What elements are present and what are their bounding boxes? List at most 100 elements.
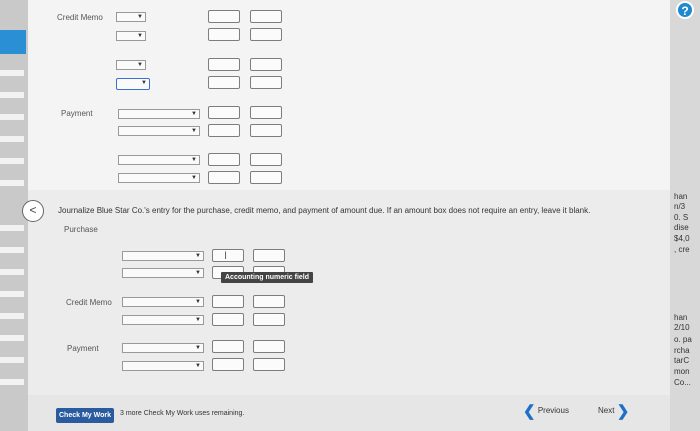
debit-input[interactable] [208,124,240,137]
account-select[interactable]: ▼ [118,155,200,165]
right-panel-line: o. pa [674,335,692,344]
remaining-uses-text: 3 more Check My Work uses remaining. [120,410,245,417]
account-select[interactable]: ▼ [122,251,204,261]
payment-label: Payment [67,344,99,353]
debit-input[interactable] [208,58,240,71]
check-my-work-button[interactable]: Check My Work [56,408,114,423]
account-select[interactable]: ▼ [116,60,146,70]
debit-input[interactable] [208,171,240,184]
chevron-down-icon: ▼ [195,317,201,323]
credit-input[interactable] [250,28,282,41]
credit-input[interactable] [253,340,285,353]
sidebar-tick [0,357,24,363]
debit-input[interactable] [212,358,244,371]
tooltip: Accounting numeric field [221,272,314,283]
sidebar-tick [0,313,24,319]
sidebar-tick [0,379,24,385]
sidebar-tick [0,136,24,142]
credit-input[interactable] [250,76,282,89]
credit-input[interactable] [250,124,282,137]
credit-input[interactable] [253,313,285,326]
chevron-down-icon: ▼ [195,345,201,351]
account-select[interactable]: ▼ [122,361,204,371]
chevron-down-icon: ▼ [137,14,143,20]
debit-input[interactable] [208,153,240,166]
right-panel-line: n/3 [674,202,686,211]
account-select-focused[interactable]: ▼ [116,78,150,90]
sidebar-tick [0,92,24,98]
chevron-down-icon: ▼ [195,270,201,276]
sidebar-tick [0,335,24,341]
chevron-left-icon: ❮ [523,403,536,420]
sidebar-tick [0,269,24,275]
debit-input[interactable] [208,10,240,23]
debit-input[interactable] [208,76,240,89]
sidebar-tick [0,180,24,186]
account-select[interactable]: ▼ [122,297,204,307]
sidebar-tick [0,225,24,231]
account-select[interactable]: ▼ [118,126,200,136]
help-icon[interactable]: ? [676,1,694,19]
right-panel-line: dise [674,223,689,232]
credit-input[interactable] [250,171,282,184]
right-panel-line: , cre [674,245,690,254]
right-panel-line: mon [674,367,690,376]
debit-input[interactable] [212,313,244,326]
credit-input[interactable] [253,249,285,262]
credit-memo-label: Credit Memo [66,298,112,307]
account-select[interactable]: ▼ [122,268,204,278]
previous-label: Previous [537,406,569,416]
credit-input[interactable] [250,10,282,23]
account-select[interactable]: ▼ [118,173,200,183]
account-select[interactable]: ▼ [118,109,200,119]
chevron-down-icon: ▼ [195,363,201,369]
debit-input[interactable] [212,295,244,308]
right-panel-line: Co... [674,378,691,387]
right-panel-line: $4,0 [674,234,690,243]
instructions-text: Journalize Blue Star Co.'s entry for the… [58,206,591,215]
right-panel-line: tarC [674,356,690,365]
previous-button[interactable]: ❮ Previous [523,402,569,420]
payment-label-top: Payment [61,109,93,118]
credit-input[interactable] [250,153,282,166]
back-arrow-icon[interactable]: < [22,200,44,222]
account-select[interactable]: ▼ [122,343,204,353]
sidebar-tick [0,291,24,297]
sidebar-tick [0,114,24,120]
credit-input[interactable] [253,295,285,308]
debit-input[interactable] [208,106,240,119]
chevron-down-icon: ▼ [191,175,197,181]
chevron-down-icon: ▼ [195,299,201,305]
debit-input[interactable] [208,28,240,41]
next-button[interactable]: Next ❯ [598,402,629,420]
right-panel-line: 2/10 [674,323,690,332]
debit-input[interactable] [212,249,244,262]
chevron-right-icon: ❯ [616,403,630,420]
account-select[interactable]: ▼ [116,12,146,22]
account-select[interactable]: ▼ [122,315,204,325]
right-panel-line: han [674,313,688,322]
credit-input[interactable] [253,358,285,371]
right-panel-line: han [674,192,688,201]
purchase-label: Purchase [64,225,98,234]
right-panel-line: rcha [674,346,690,355]
chevron-down-icon: ▼ [137,33,143,39]
chevron-down-icon: ▼ [141,80,147,86]
chevron-down-icon: ▼ [191,111,197,117]
sidebar-tick [0,158,24,164]
chevron-down-icon: ▼ [195,253,201,259]
sidebar-tick [0,247,24,253]
right-panel-line: 0. S [674,213,689,222]
credit-input[interactable] [250,58,282,71]
sidebar-active-marker [0,30,26,54]
text-cursor-icon: I [224,250,228,262]
chevron-down-icon: ▼ [137,62,143,68]
account-select[interactable]: ▼ [116,31,146,41]
debit-input[interactable] [212,340,244,353]
credit-input[interactable] [250,106,282,119]
chevron-down-icon: ▼ [191,157,197,163]
next-label: Next [598,406,615,416]
credit-memo-label-top: Credit Memo [57,13,103,22]
chevron-down-icon: ▼ [191,128,197,134]
sidebar-tick [0,70,24,76]
